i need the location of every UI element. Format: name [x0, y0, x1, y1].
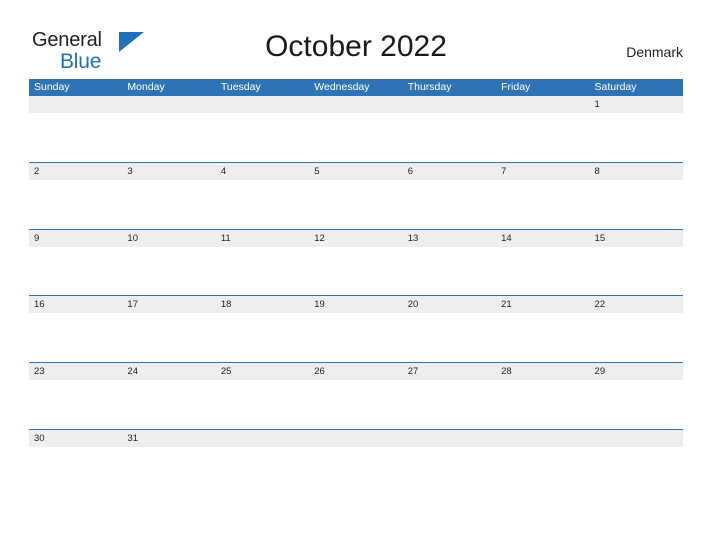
weekday-header-monday: Monday — [127, 81, 165, 93]
week-date-strip: 2 3 4 5 6 7 8 — [29, 162, 683, 180]
day-cell[interactable]: 18 — [216, 296, 309, 313]
week-row: 2 3 4 5 6 7 8 — [29, 161, 683, 229]
day-cell[interactable] — [216, 430, 309, 447]
day-cell[interactable]: 13 — [403, 230, 496, 247]
day-cell[interactable]: 3 — [122, 163, 215, 180]
day-cell[interactable]: 21 — [496, 296, 589, 313]
day-cell[interactable]: 15 — [590, 230, 683, 247]
day-cell[interactable]: 16 — [29, 296, 122, 313]
day-cell[interactable] — [496, 96, 589, 113]
week-row: 1 — [29, 95, 683, 162]
week-event-area[interactable] — [29, 313, 683, 362]
day-cell[interactable]: 7 — [496, 163, 589, 180]
day-cell[interactable]: 30 — [29, 430, 122, 447]
calendar-grid: Sunday Monday Tuesday Wednesday Thursday… — [29, 79, 683, 496]
day-cell[interactable]: 28 — [496, 363, 589, 380]
day-cell[interactable]: 25 — [216, 363, 309, 380]
day-cell[interactable]: 11 — [216, 230, 309, 247]
day-cell[interactable]: 14 — [496, 230, 589, 247]
day-cell[interactable] — [29, 96, 122, 113]
day-cell[interactable] — [216, 96, 309, 113]
week-row: 23 24 25 26 27 28 29 — [29, 362, 683, 429]
page-title: October 2022 — [265, 30, 447, 63]
day-cell[interactable] — [122, 96, 215, 113]
day-cell[interactable]: 24 — [122, 363, 215, 380]
day-cell[interactable]: 4 — [216, 163, 309, 180]
day-cell[interactable]: 1 — [590, 96, 683, 113]
day-cell[interactable] — [403, 430, 496, 447]
week-event-area[interactable] — [29, 246, 683, 296]
day-cell[interactable]: 26 — [309, 363, 402, 380]
day-cell[interactable]: 17 — [122, 296, 215, 313]
week-event-area[interactable] — [29, 446, 683, 496]
weekday-header-row: Sunday Monday Tuesday Wednesday Thursday… — [29, 79, 683, 95]
weekday-header-sunday: Sunday — [34, 81, 70, 93]
week-row: 16 17 18 19 20 21 22 — [29, 295, 683, 363]
day-cell[interactable]: 8 — [590, 163, 683, 180]
page-header: General Blue October 2022 Denmark — [0, 0, 712, 78]
week-date-strip: 1 — [29, 96, 683, 113]
day-cell[interactable]: 5 — [309, 163, 402, 180]
day-cell[interactable]: 31 — [122, 430, 215, 447]
day-cell[interactable] — [403, 96, 496, 113]
day-cell[interactable]: 27 — [403, 363, 496, 380]
weekday-header-tuesday: Tuesday — [220, 81, 261, 93]
weekday-header-friday: Friday — [501, 81, 531, 93]
day-cell[interactable] — [590, 430, 683, 447]
day-cell[interactable] — [309, 430, 402, 447]
week-date-strip: 9 10 11 12 13 14 15 — [29, 229, 683, 247]
week-row: 30 31 — [29, 428, 683, 496]
day-cell[interactable]: 19 — [309, 296, 402, 313]
week-event-area[interactable] — [29, 113, 683, 162]
week-event-area[interactable] — [29, 179, 683, 229]
week-date-strip: 23 24 25 26 27 28 29 — [29, 363, 683, 381]
day-cell[interactable]: 2 — [29, 163, 122, 180]
weekday-header-saturday: Saturday — [594, 81, 637, 93]
weekday-header-wednesday: Wednesday — [314, 81, 370, 93]
weekday-header-thursday: Thursday — [407, 81, 452, 93]
day-cell[interactable]: 29 — [590, 363, 683, 380]
day-cell[interactable]: 10 — [122, 230, 215, 247]
day-cell[interactable]: 23 — [29, 363, 122, 380]
calendar-page: General Blue October 2022 Denmark Sunday… — [0, 0, 712, 550]
day-cell[interactable]: 6 — [403, 163, 496, 180]
day-cell[interactable]: 9 — [29, 230, 122, 247]
day-cell[interactable] — [496, 430, 589, 447]
day-cell[interactable]: 20 — [403, 296, 496, 313]
region-label: Denmark — [626, 44, 683, 60]
week-date-strip: 30 31 — [29, 429, 683, 447]
day-cell[interactable]: 22 — [590, 296, 683, 313]
day-cell[interactable]: 12 — [309, 230, 402, 247]
day-cell[interactable] — [309, 96, 402, 113]
week-row: 9 10 11 12 13 14 15 — [29, 228, 683, 296]
week-date-strip: 16 17 18 19 20 21 22 — [29, 296, 683, 314]
week-event-area[interactable] — [29, 380, 683, 429]
